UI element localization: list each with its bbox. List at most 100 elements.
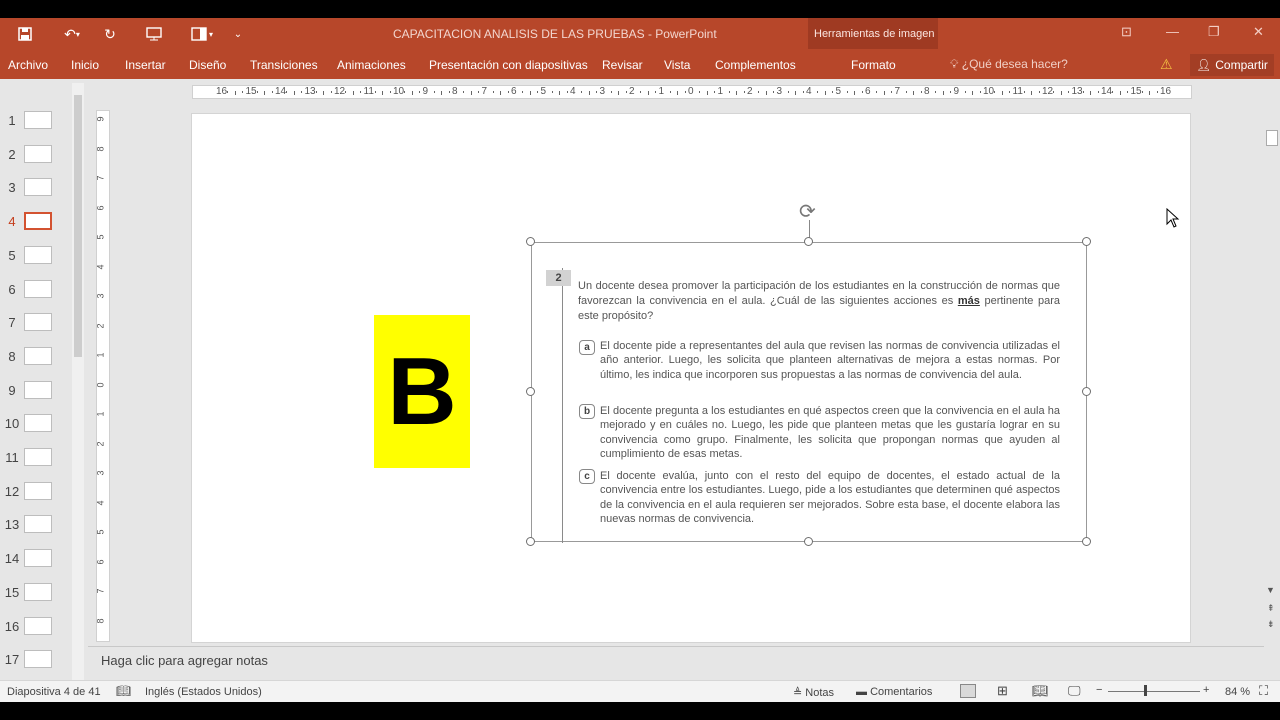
slide-thumbnail-preview[interactable] [24, 111, 52, 129]
slide-thumbnail[interactable]: 10 [0, 410, 70, 440]
slide-thumbnail[interactable]: 3 [0, 174, 70, 204]
comments-button[interactable]: ▬ Comentarios [856, 686, 932, 698]
slide-thumbnail[interactable]: 6 [0, 276, 70, 306]
tab-presentacion[interactable]: Presentación con diapositivas [429, 58, 588, 72]
slide-thumbnail[interactable]: 11 [0, 444, 70, 474]
resize-handle-se[interactable] [1082, 537, 1091, 546]
slide-thumbnail-preview[interactable] [24, 380, 52, 399]
tab-inicio[interactable]: Inicio [71, 58, 99, 72]
resize-handle-s[interactable] [804, 537, 813, 546]
normal-view-icon[interactable] [960, 684, 976, 698]
slide-thumbnail[interactable]: 13 [0, 511, 70, 541]
thumbnail-scroll-thumb[interactable] [74, 95, 82, 357]
slide-thumbnail[interactable]: 5 [0, 242, 70, 272]
slide-thumbnail[interactable]: 1 [0, 107, 70, 137]
slide-thumbnail-preview[interactable] [24, 414, 52, 433]
slide-sorter-icon[interactable]: ⊞ [997, 683, 1008, 699]
ruler-tick [448, 91, 450, 93]
tab-diseno[interactable]: Diseño [189, 58, 226, 72]
resize-handle-n[interactable] [804, 237, 813, 246]
slide-thumbnail[interactable]: 9 [0, 377, 70, 407]
share-button[interactable]: 👤︎ Compartir [1190, 54, 1274, 76]
slide-thumbnail[interactable]: 7 [0, 309, 70, 339]
next-slide-icon[interactable]: ⇟ [1267, 619, 1275, 630]
zoom-slider-thumb[interactable] [1144, 685, 1147, 696]
customize-toolbar-icon[interactable]: ⌄ [232, 24, 244, 44]
zoom-in-icon[interactable]: + [1203, 684, 1209, 696]
restore-icon[interactable]: ❐ [1208, 24, 1220, 40]
slide-scroll-thumb[interactable] [1266, 130, 1278, 146]
zoom-slider-track[interactable] [1108, 691, 1200, 692]
slide-thumbnail[interactable]: 4 [0, 208, 70, 238]
slide-thumbnail-preview[interactable] [24, 346, 52, 365]
resize-handle-sw[interactable] [526, 537, 535, 546]
slide-thumbnail-preview[interactable] [24, 515, 52, 534]
slide-thumbnail-preview[interactable] [24, 448, 52, 466]
answer-letter-box[interactable]: B [374, 315, 470, 468]
language-indicator[interactable]: Inglés (Estados Unidos) [145, 686, 262, 698]
ribbon-display-icon[interactable]: ⊡ [1121, 24, 1132, 40]
slide-thumbnail-preview[interactable] [24, 178, 52, 197]
slide-thumbnail[interactable]: 2 [0, 141, 70, 171]
ruler-tick [964, 91, 966, 93]
slide-canvas[interactable]: B ⟳ 2 Un docente desea promover la parti… [191, 113, 1191, 643]
lightbulb-icon: 💡︎ [950, 57, 959, 71]
slide-thumbnail-preview[interactable] [24, 616, 52, 635]
slide-thumbnail[interactable]: 8 [0, 343, 70, 373]
slide-thumbnail-preview[interactable] [24, 279, 52, 298]
slideshow-icon[interactable]: 🖵︎ [1068, 683, 1081, 699]
slide-thumbnail-preview[interactable] [24, 481, 52, 500]
scroll-down-icon[interactable]: ▼ [1266, 585, 1275, 595]
tab-complementos[interactable]: Complementos [715, 58, 796, 72]
tab-insertar[interactable]: Insertar [125, 58, 166, 72]
question-picture[interactable]: 2 Un docente desea promover la participa… [531, 242, 1087, 543]
minimize-icon[interactable]: — [1166, 24, 1179, 39]
slide-thumbnail[interactable]: 12 [0, 478, 70, 508]
slide-thumbnail-preview[interactable] [24, 144, 52, 163]
ruler-tick [861, 91, 863, 93]
present-from-start-icon[interactable] [144, 24, 164, 44]
slide-thumbnail[interactable]: 14 [0, 545, 70, 575]
notes-pane[interactable]: Haga clic para agregar notas [88, 646, 1264, 680]
slide-thumbnail[interactable]: 16 [0, 613, 70, 643]
tab-transiciones[interactable]: Transiciones [250, 58, 318, 72]
save-icon[interactable] [14, 24, 36, 44]
zoom-out-icon[interactable]: − [1096, 684, 1102, 696]
notes-button[interactable]: ≜ Notas [793, 686, 834, 699]
ruler-tick [699, 91, 701, 93]
close-icon[interactable]: ✕ [1253, 24, 1264, 40]
ruler-tick-label: 15 [245, 86, 257, 97]
ruler-tick [559, 91, 561, 95]
reading-view-icon[interactable]: 📖︎ [1032, 683, 1049, 699]
zoom-level[interactable]: 84 % [1225, 686, 1250, 698]
tell-me-search[interactable]: 💡︎ ¿Qué desea hacer? [950, 57, 1068, 72]
spellcheck-icon[interactable]: 📖︎ [116, 684, 131, 698]
tab-archivo[interactable]: Archivo [8, 58, 48, 72]
resize-handle-e[interactable] [1082, 387, 1091, 396]
slide-thumbnail[interactable]: 15 [0, 579, 70, 609]
slide-thumbnail-preview[interactable] [24, 650, 52, 669]
slide-thumbnail-preview[interactable] [24, 245, 52, 264]
slide-scrollbar[interactable]: ▼ ⇞ ⇟ [1264, 79, 1280, 680]
resize-handle-nw[interactable] [526, 237, 535, 246]
slide-thumbnail-preview[interactable] [24, 212, 52, 231]
previous-slide-icon[interactable]: ⇞ [1267, 603, 1275, 614]
option-c-text: El docente evalúa, junto con el resto de… [600, 470, 1060, 525]
slide-thumbnail[interactable]: 17 [0, 646, 70, 676]
tab-formato[interactable]: Formato [851, 58, 896, 72]
tab-revisar[interactable]: Revisar [602, 58, 643, 72]
rotate-handle-icon[interactable]: ⟳ [799, 199, 816, 224]
resize-handle-w[interactable] [526, 387, 535, 396]
warning-icon[interactable]: ⚠ [1160, 56, 1173, 73]
slide-thumbnail-preview[interactable] [24, 582, 52, 601]
fit-to-window-icon[interactable]: ⛶ [1259, 683, 1268, 699]
slide-thumbnail-preview[interactable] [24, 313, 52, 332]
tab-vista[interactable]: Vista [664, 58, 690, 72]
undo-icon[interactable]: ↶ ▾ [56, 24, 88, 44]
tab-animaciones[interactable]: Animaciones [337, 58, 406, 72]
ruler-tick [714, 91, 716, 93]
layout-icon[interactable]: ▾ [186, 24, 218, 44]
redo-icon[interactable]: ↻ [100, 24, 120, 44]
resize-handle-ne[interactable] [1082, 237, 1091, 246]
slide-thumbnail-preview[interactable] [24, 549, 52, 568]
